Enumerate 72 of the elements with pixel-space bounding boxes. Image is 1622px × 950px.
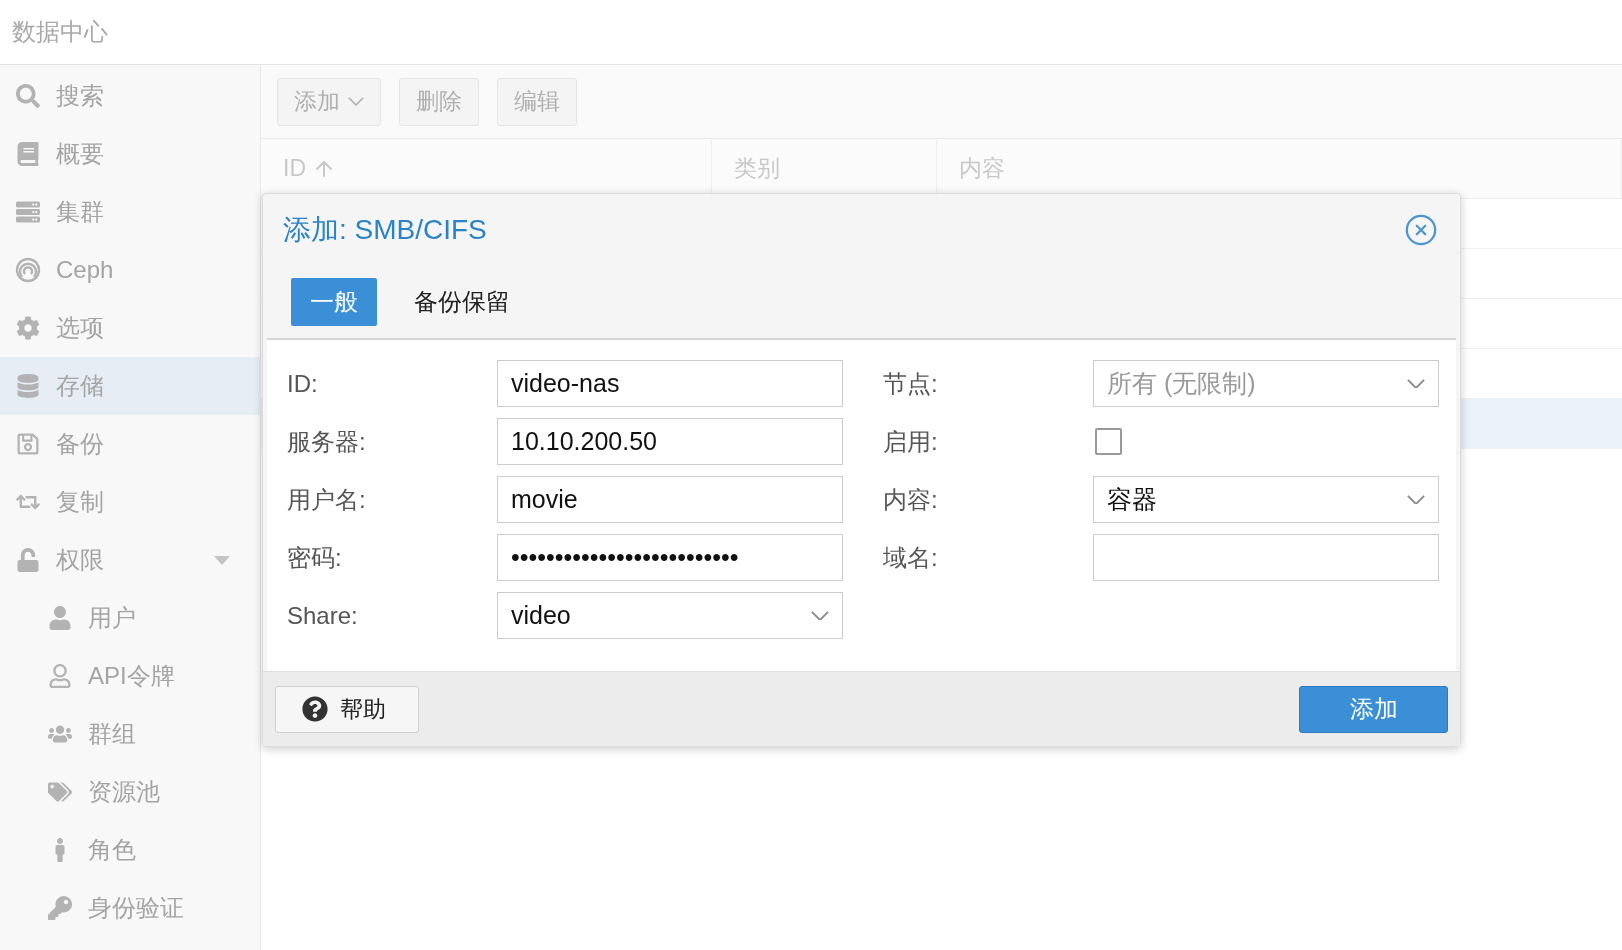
field-label: Share: — [287, 601, 359, 630]
add-button[interactable]: 添加 — [1299, 685, 1448, 733]
sidebar-label: API令牌 — [88, 661, 176, 691]
sidebar-label: 群组 — [88, 719, 137, 749]
sidebar-item[interactable]: 身份验证 — [0, 879, 260, 937]
field-label: 域名: — [883, 542, 939, 573]
user-outline-icon — [46, 664, 74, 688]
help-icon — [302, 696, 328, 722]
sidebar-item[interactable]: 复制 — [0, 473, 260, 531]
book-icon — [14, 142, 42, 166]
sidebar-item[interactable]: 角色 — [0, 821, 260, 879]
field-label: 内容: — [883, 484, 939, 515]
field-label: 用户名: — [287, 484, 367, 515]
toolbar-button[interactable]: 删除 — [399, 77, 479, 126]
close-button[interactable] — [1404, 213, 1438, 247]
sidebar-item[interactable]: 用户 — [0, 589, 260, 647]
tab[interactable]: 备份保留 — [395, 278, 529, 326]
ring-icon — [14, 257, 42, 283]
select-field[interactable]: video — [497, 592, 843, 639]
chevron-down-icon — [1407, 494, 1425, 505]
sidebar-item[interactable]: 备份 — [0, 415, 260, 473]
sidebar-label: 存储 — [56, 371, 105, 401]
search-icon — [14, 84, 42, 108]
input-field[interactable]: video-nas — [497, 360, 843, 407]
sidebar-item[interactable]: 权限 — [0, 531, 260, 589]
toolbar-button[interactable]: 添加 — [277, 77, 381, 126]
sidebar-label: 角色 — [88, 835, 137, 865]
sidebar-label: 集群 — [56, 197, 105, 227]
chevron-down-icon — [811, 610, 829, 621]
key-icon — [46, 896, 74, 920]
toolbar-button[interactable]: 编辑 — [497, 77, 577, 126]
sidebar-label: 备份 — [56, 429, 105, 459]
sidebar-item[interactable]: Ceph — [0, 241, 260, 299]
sidebar-label: 用户 — [88, 603, 137, 633]
tags-icon — [46, 780, 74, 804]
caret-icon — [214, 555, 230, 565]
input-field[interactable] — [1093, 534, 1439, 581]
sidebar-item[interactable]: 存储 — [0, 357, 260, 415]
sidebar-label: Ceph — [56, 256, 115, 284]
settings-icon — [14, 316, 42, 340]
field-label: 服务器: — [287, 426, 367, 457]
checkbox[interactable] — [1095, 428, 1122, 455]
sidebar-item[interactable]: 集群 — [0, 183, 260, 241]
input-field[interactable]: 10.10.200.50 — [497, 418, 843, 465]
dialog-title: 添加: SMB/CIFS — [283, 213, 487, 247]
sidebar-item[interactable]: 选项 — [0, 299, 260, 357]
sidebar-item[interactable]: 概要 — [0, 125, 260, 183]
chevron-down-icon — [348, 97, 364, 106]
field-label: 密码: — [287, 542, 343, 573]
field-label: ID: — [287, 369, 319, 398]
input-field[interactable]: movie — [497, 476, 843, 523]
sidebar-item[interactable]: 搜索 — [0, 67, 260, 125]
sidebar-item[interactable]: API令牌 — [0, 647, 260, 705]
input-field[interactable]: •••••••••••••••••••••••••• — [497, 534, 843, 581]
help-button[interactable]: 帮助 — [275, 685, 419, 733]
sidebar-label: 复制 — [56, 487, 105, 517]
page-title: 数据中心 — [12, 17, 108, 47]
sidebar-label: 身份验证 — [88, 893, 185, 923]
field-label: 启用: — [883, 426, 939, 457]
sidebar-item[interactable]: 资源池 — [0, 763, 260, 821]
select-field[interactable]: 容器 — [1093, 476, 1439, 523]
tab[interactable]: 一般 — [291, 278, 377, 326]
sidebar-label: 权限 — [56, 545, 105, 575]
sidebar-item[interactable]: 群组 — [0, 705, 260, 763]
sidebar-label: 选项 — [56, 313, 105, 343]
field-label: 节点: — [883, 368, 939, 399]
sidebar-label: 搜索 — [56, 81, 105, 111]
select-field[interactable]: 所有 (无限制) — [1093, 360, 1439, 407]
sidebar-label: 资源池 — [88, 777, 161, 807]
chevron-down-icon — [1407, 378, 1425, 389]
sidebar-label: 概要 — [56, 139, 105, 169]
server-icon — [14, 200, 42, 224]
